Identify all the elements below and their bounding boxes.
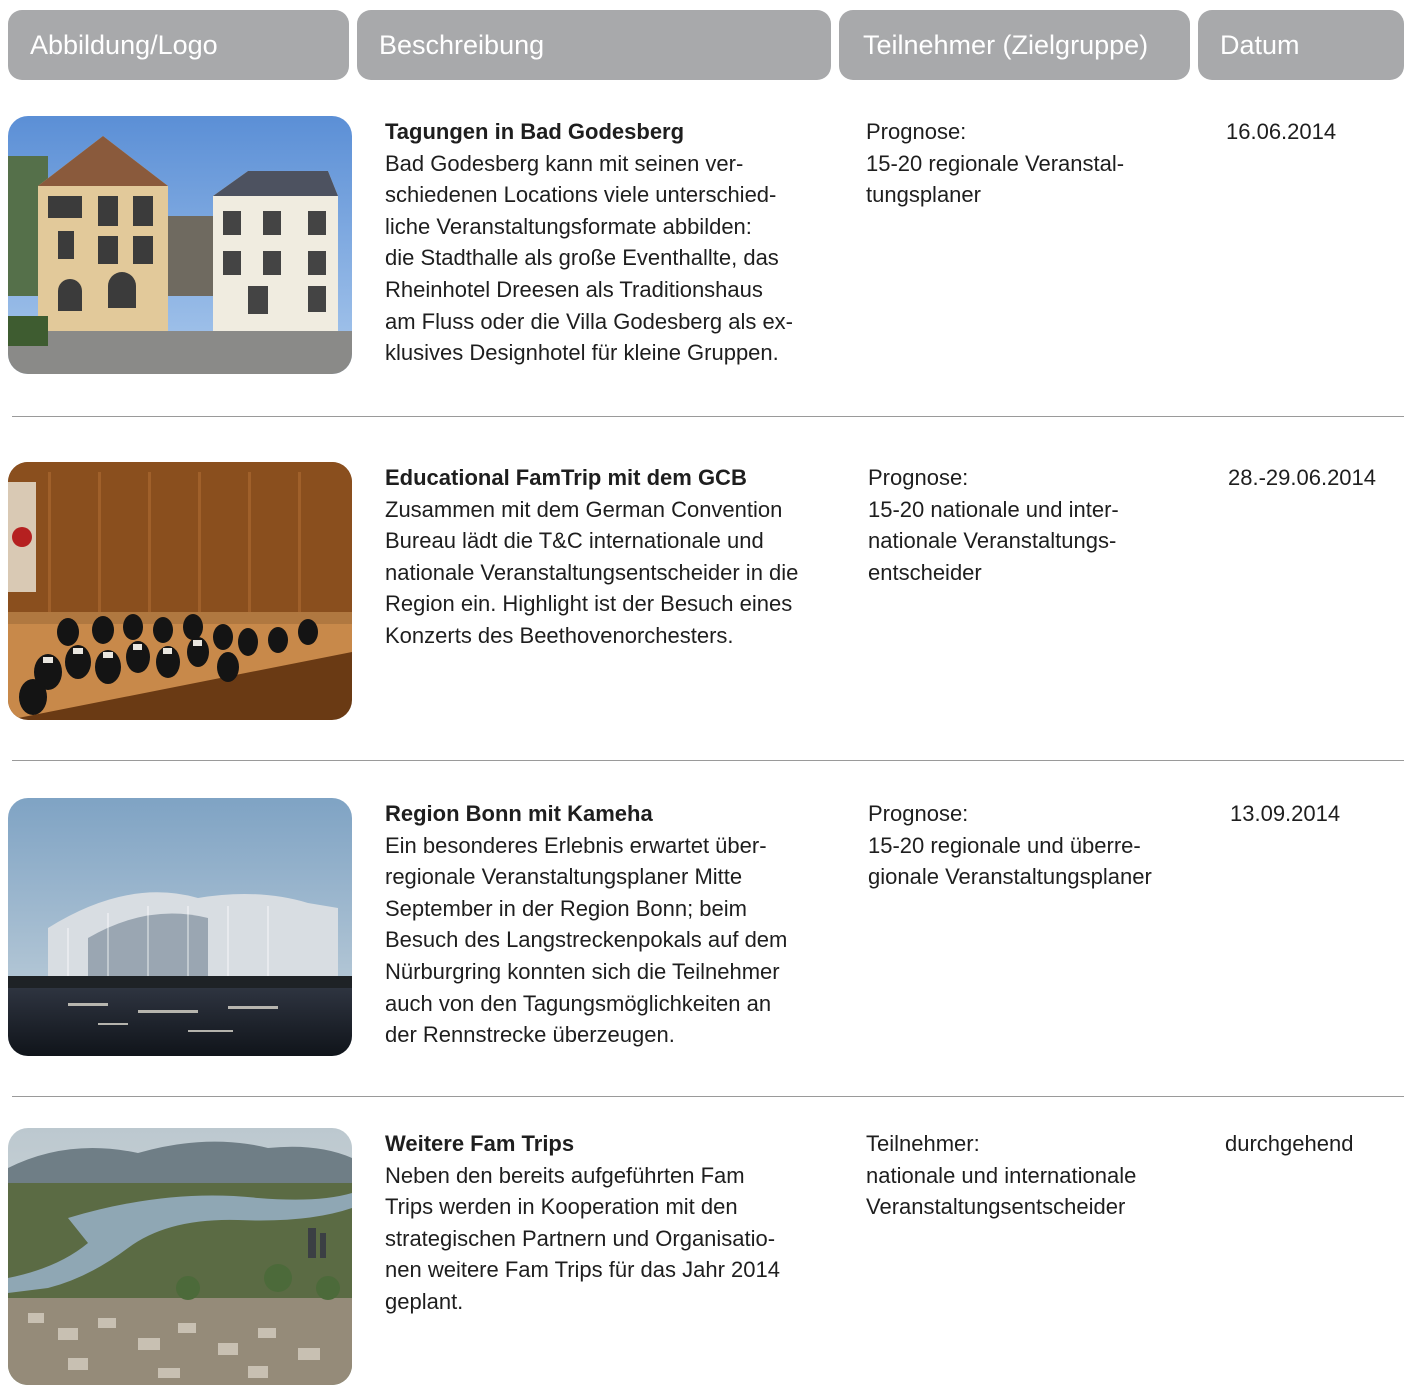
row-body-line: klusives Designhotel für kleine Gruppen.: [385, 340, 779, 366]
row-body-line: auch von den Tagungsmöglichkeiten an: [385, 990, 772, 1016]
row-participants: Prognose: 15-20 regionale und überre- gi…: [868, 798, 1198, 893]
participants-line: gionale Veranstaltungsplaner: [868, 864, 1152, 890]
bonn-aerial-rhine-photo: [8, 1128, 352, 1385]
row-title: Educational FamTrip mit dem GCB: [385, 465, 747, 490]
column-header-participants: Teilnehmer (Zielgruppe): [839, 10, 1190, 80]
row-participants: Teilnehmer: nationale und internationale…: [866, 1128, 1196, 1223]
participants-line: Prognose:: [866, 119, 967, 144]
row-body-line: die Stadthalle als große Eventhallte, da…: [385, 245, 779, 271]
row-body-line: Bad Godesberg kann mit seinen ver-: [385, 150, 744, 176]
row-title: Weitere Fam Trips: [385, 1131, 575, 1156]
column-header-image-label: Abbildung/Logo: [30, 29, 218, 60]
row-date: 13.09.2014: [1230, 801, 1341, 826]
row-participants: Prognose: 15-20 regionale Veranstal- tun…: [866, 116, 1196, 211]
row-divider: [12, 760, 1404, 761]
row-description: Educational FamTrip mit dem GCB Zusammen…: [385, 462, 845, 652]
row-body-line: Trips werden in Kooperation mit den: [385, 1194, 738, 1220]
villa-buildings-photo: [8, 116, 352, 374]
row-body-line: am Fluss oder die Villa Godesberg als ex…: [385, 308, 794, 334]
row-body-line: nationale Veranstaltungsentscheider in d…: [385, 559, 799, 585]
row-body-line: nen weitere Fam Trips für das Jahr 2014: [385, 1257, 780, 1283]
row-description: Region Bonn mit Kameha Ein besonderes Er…: [385, 798, 845, 1051]
participants-line: 15-20 regionale Veranstal-: [866, 150, 1125, 176]
participants-line: 15-20 nationale und inter-: [868, 496, 1119, 522]
row-divider: [12, 416, 1404, 417]
participants-line: nationale Veranstaltungs-: [868, 528, 1117, 554]
row-body-line: regionale Veranstaltungsplaner Mitte: [385, 864, 743, 890]
row-body-line: Konzerts des Beethovenorchesters.: [385, 622, 734, 648]
column-header-description: Beschreibung: [357, 10, 831, 80]
row-description: Weitere Fam Trips Neben den bereits aufg…: [385, 1128, 845, 1318]
row-body-line: Zusammen mit dem German Convention: [385, 496, 783, 522]
row-divider: [12, 1096, 1404, 1097]
row-body-line: schiedenen Locations viele unterschied-: [385, 182, 777, 208]
kameha-hotel-river-photo: [8, 798, 352, 1056]
column-header-description-label: Beschreibung: [379, 29, 545, 60]
row-body-line: strategischen Partnern und Organisatio-: [385, 1225, 776, 1251]
participants-line: tungsplaner: [866, 182, 981, 208]
row-body-line: Region ein. Highlight ist der Besuch ein…: [385, 591, 793, 617]
column-header-participants-label: Teilnehmer (Zielgruppe): [863, 29, 1149, 60]
row-body-line: Rheinhotel Dreesen als Traditionshaus: [385, 276, 763, 302]
participants-line: Teilnehmer:: [866, 1131, 980, 1156]
participants-line: Veranstaltungsentscheider: [866, 1194, 1126, 1220]
participants-line: Prognose:: [868, 801, 969, 826]
row-body-line: Bureau lädt die T&C internationale und: [385, 528, 764, 554]
row-body-line: geplant.: [385, 1288, 464, 1314]
orchestra-concert-photo: [8, 462, 352, 720]
column-header-date: Datum: [1198, 10, 1404, 80]
row-description: Tagungen in Bad Godesberg Bad Godesberg …: [385, 116, 845, 369]
row-body-line: September in der Region Bonn; beim: [385, 895, 747, 921]
row-body-line: der Rennstrecke überzeugen.: [385, 1022, 675, 1048]
row-date: 28.-29.06.2014: [1228, 465, 1377, 490]
row-title: Tagungen in Bad Godesberg: [385, 119, 685, 144]
row-date: durchgehend: [1225, 1131, 1354, 1156]
row-body-line: Besuch des Langstreckenpokals auf dem: [385, 927, 788, 953]
row-participants: Prognose: 15-20 nationale und inter- nat…: [868, 462, 1198, 588]
row-title: Region Bonn mit Kameha: [385, 801, 653, 826]
participants-line: Prognose:: [868, 465, 969, 490]
row-body-line: Neben den bereits aufgeführten Fam: [385, 1162, 745, 1188]
participants-line: 15-20 regionale und überre-: [868, 832, 1141, 858]
row-body-line: Nürburgring konnten sich die Teilnehmer: [385, 958, 780, 984]
participants-line: entscheider: [868, 559, 982, 585]
row-body-line: liche Veranstaltungsformate abbilden:: [385, 213, 752, 239]
row-date: 16.06.2014: [1226, 119, 1337, 144]
column-header-date-label: Datum: [1220, 29, 1300, 60]
participants-line: nationale und internationale: [866, 1162, 1137, 1188]
column-header-image: Abbildung/Logo: [8, 10, 349, 80]
row-body-line: Ein besonderes Erlebnis erwartet über-: [385, 832, 767, 858]
